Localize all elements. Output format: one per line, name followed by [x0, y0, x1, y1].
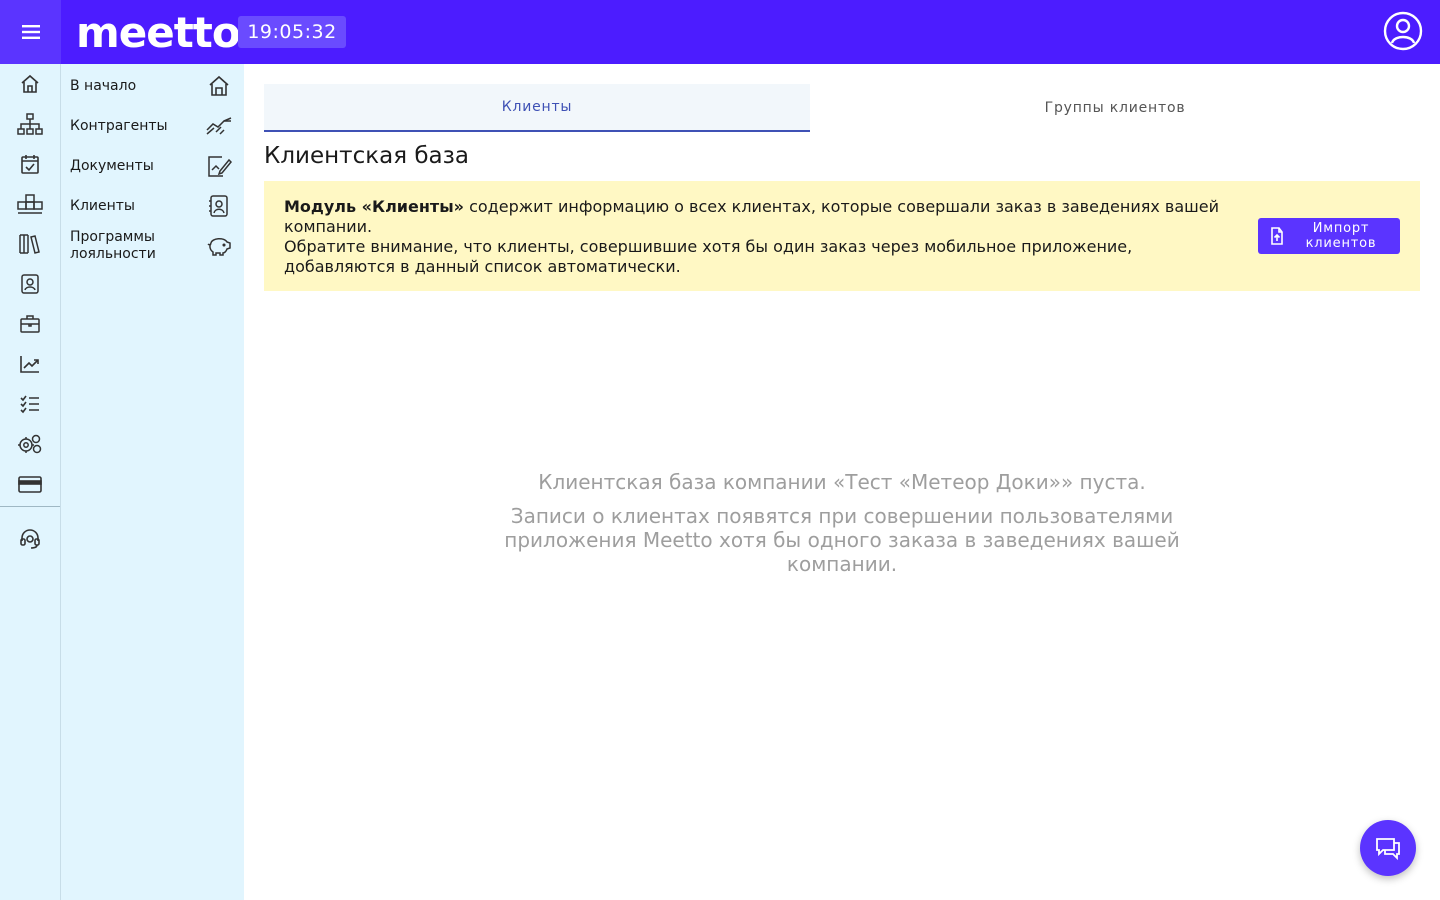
- library-books-icon: [19, 234, 40, 254]
- hamburger-icon: [21, 25, 40, 39]
- import-clients-button[interactable]: Импорт клиентов: [1258, 218, 1400, 254]
- clock: 19:05:32: [238, 16, 346, 48]
- notice-bold: Модуль «Клиенты»: [284, 197, 464, 216]
- chart-up-icon: [20, 356, 39, 373]
- top-bar: meetto 19:05:32: [0, 0, 1440, 64]
- handshake-icon: [206, 117, 232, 135]
- document-edit-icon: [208, 156, 232, 177]
- rail-item-billing[interactable]: [0, 464, 60, 504]
- submenu-item-counterparties[interactable]: Контрагенты: [61, 106, 244, 146]
- user-circle-icon: [1383, 11, 1423, 51]
- chat-button[interactable]: [1360, 820, 1416, 876]
- settings-gears-icon: [18, 434, 42, 454]
- submenu-item-documents[interactable]: Документы: [61, 146, 244, 186]
- import-clients-label: Импорт клиентов: [1305, 221, 1377, 251]
- rail-item-support[interactable]: [0, 519, 60, 559]
- submenu-item-label: В начало: [70, 77, 137, 94]
- contact-card-icon: [209, 195, 228, 217]
- notice-text-2: Обратите внимание, что клиенты, совершив…: [284, 237, 1133, 276]
- warehouse-boxes-icon: [17, 194, 43, 214]
- calendar-check-icon: [21, 155, 39, 174]
- submenu-item-label: Клиенты: [70, 197, 135, 214]
- empty-state-title: Клиентская база компании «Тест «Метеор Д…: [538, 470, 1146, 494]
- submenu-panel: В начало Контрагенты Документы Клиенты П…: [61, 64, 244, 900]
- submenu-item-home[interactable]: В начало: [61, 66, 244, 106]
- chat-bubbles-icon: [1376, 838, 1400, 861]
- info-notice: Модуль «Клиенты» содержит информацию о в…: [264, 181, 1420, 291]
- rail-item-calendar[interactable]: [0, 144, 60, 184]
- submenu-item-clients[interactable]: Клиенты: [61, 186, 244, 226]
- home-icon: [209, 75, 229, 96]
- icon-rail: [0, 64, 61, 900]
- piggy-bank-icon: [207, 238, 231, 256]
- org-structure-icon: [17, 113, 43, 135]
- rail-item-contacts[interactable]: [0, 264, 60, 304]
- support-headset-icon: [20, 529, 40, 549]
- rail-item-tasks[interactable]: [0, 384, 60, 424]
- submenu-item-label: Программы лояльности: [70, 229, 156, 262]
- file-import-icon: [1271, 227, 1283, 245]
- empty-state: Клиентская база компании «Тест «Метеор Д…: [264, 468, 1420, 576]
- rail-item-library[interactable]: [0, 224, 60, 264]
- home-icon: [21, 74, 39, 93]
- credit-card-icon: [18, 476, 42, 493]
- submenu-item-label: Документы: [70, 157, 154, 174]
- rail-item-home[interactable]: [0, 64, 60, 104]
- rail-item-warehouse[interactable]: [0, 184, 60, 224]
- page-title: Клиентская база: [264, 143, 469, 169]
- tab-bar: Клиенты Группы клиентов: [264, 84, 1420, 132]
- rail-item-analytics[interactable]: [0, 344, 60, 384]
- user-profile-button[interactable]: [1382, 10, 1424, 52]
- checklist-icon: [20, 395, 39, 414]
- contact-card-icon: [21, 274, 39, 294]
- submenu-item-loyalty[interactable]: Программы лояльности: [61, 226, 244, 266]
- rail-item-structure[interactable]: [0, 104, 60, 144]
- submenu-item-label: Контрагенты: [70, 117, 168, 134]
- rail-divider: [0, 506, 60, 507]
- menu-toggle-button[interactable]: [0, 0, 61, 64]
- rail-item-settings[interactable]: [0, 424, 60, 464]
- tab-clients[interactable]: Клиенты: [264, 84, 810, 132]
- app-logo[interactable]: meetto: [76, 8, 241, 57]
- notice-text: Модуль «Клиенты» содержит информацию о в…: [284, 197, 1224, 277]
- tab-client-groups[interactable]: Группы клиентов: [810, 84, 1420, 132]
- briefcase-icon: [20, 315, 40, 333]
- rail-item-business[interactable]: [0, 304, 60, 344]
- empty-state-description: Записи о клиентах появятся при совершени…: [504, 504, 1180, 576]
